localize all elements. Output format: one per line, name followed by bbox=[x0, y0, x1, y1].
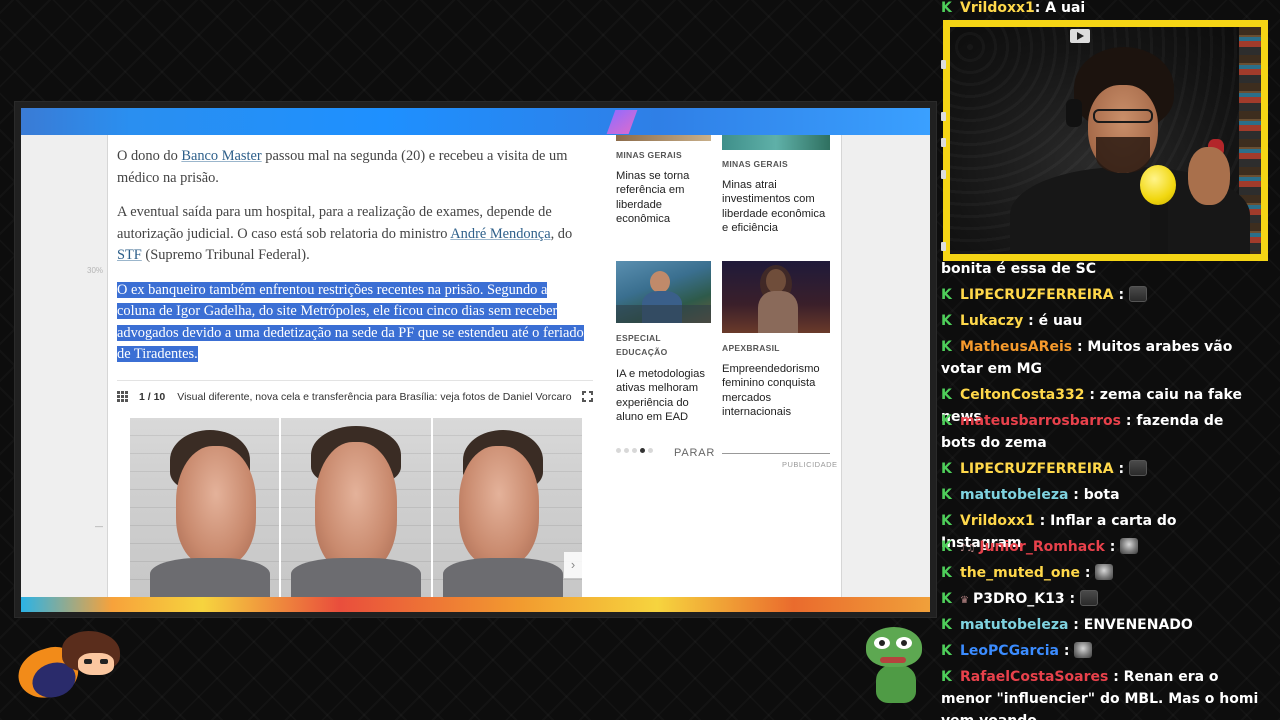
chat-text: ENVENENADO bbox=[1078, 617, 1193, 633]
chat-username[interactable]: mateusbarrosbarros bbox=[960, 413, 1121, 429]
chat-username[interactable]: Junior_Romhack bbox=[979, 539, 1104, 555]
gallery-photo-profile-right[interactable] bbox=[432, 418, 582, 598]
news-article-screen: 30% — O dono do Banco Master passou mal … bbox=[21, 108, 930, 612]
chat-username[interactable]: the_muted_one bbox=[960, 565, 1080, 581]
gallery-next-arrow[interactable]: › bbox=[564, 552, 582, 578]
mascot-left-character bbox=[12, 627, 120, 706]
article-body: O dono do Banco Master passou mal na seg… bbox=[117, 146, 587, 379]
chat-text: bonita é essa de SC bbox=[941, 261, 1097, 277]
gallery-counter: 1 / 10 bbox=[139, 390, 166, 403]
verified-badge-icon: K bbox=[941, 617, 952, 633]
live-chat: K Vrildoxx1: A uai bonita é essa de SC KL… bbox=[941, 0, 1280, 720]
verified-badge-icon: K bbox=[941, 487, 952, 503]
verified-badge-icon: K bbox=[941, 539, 952, 555]
gutter-dash: — bbox=[95, 522, 103, 531]
article-paragraph-2: A eventual saída para um hospital, para … bbox=[117, 204, 573, 263]
pepe-frog-mascot bbox=[858, 627, 928, 707]
chat-text: A uai bbox=[1040, 0, 1086, 16]
carousel-pause-button[interactable]: PARAR bbox=[674, 447, 715, 459]
link-stf[interactable]: STF bbox=[117, 247, 142, 263]
ad-label: PUBLICIDADE bbox=[782, 460, 838, 469]
chat-message: K RafaelCostaSoares : Renan era o menor "… bbox=[941, 666, 1261, 720]
chat-message-continuation: bonita é essa de SC bbox=[941, 258, 1261, 280]
card-thumbnail[interactable] bbox=[616, 261, 711, 323]
article-paragraph-3-selected[interactable]: O ex banqueiro também enfrentou restriçõ… bbox=[117, 280, 587, 366]
chat-username[interactable]: Lukaczy bbox=[960, 313, 1023, 329]
sidebar-card-4[interactable]: APEXBRASIL Empreendedorismo feminino con… bbox=[722, 261, 832, 431]
article-paragraph-1: O dono do Banco Master passou mal na seg… bbox=[117, 148, 568, 186]
emote-icon bbox=[1074, 642, 1093, 658]
chat-message: K LIPECRUZFERREIRA : bbox=[941, 458, 1261, 480]
link-banco-master[interactable]: Banco Master bbox=[181, 148, 261, 164]
chat-cut-off-glyphs bbox=[941, 60, 947, 270]
chat-message: K ♪♫ Junior_Romhack : bbox=[941, 536, 1261, 560]
chat-message: K MatheusAReis : Muitos arabes vão votar … bbox=[941, 336, 1261, 380]
verified-badge-icon: K bbox=[941, 313, 952, 329]
photo-gallery-header: 1 / 10 Visual diferente, nova cela e tra… bbox=[117, 380, 594, 412]
chat-message: K Vrildoxx1: A uai bbox=[941, 0, 1261, 19]
chat-username[interactable]: LIPECRUZFERREIRA bbox=[960, 461, 1114, 477]
emote-icon bbox=[1079, 590, 1098, 606]
grid-icon[interactable] bbox=[117, 390, 129, 403]
emote-icon bbox=[1120, 538, 1139, 554]
chat-message: K ♛ P3DRO_K13 : bbox=[941, 588, 1261, 612]
gallery-photos[interactable] bbox=[130, 418, 582, 598]
sidebar-card-3[interactable]: ESPECIAL EDUCAÇÃO IA e metodologias ativ… bbox=[616, 261, 711, 441]
chat-message: Kthe_muted_one : bbox=[941, 562, 1261, 584]
emote-icon bbox=[1095, 564, 1114, 580]
gallery-photo-front[interactable] bbox=[281, 418, 431, 598]
chat-username[interactable]: CeltonCosta332 bbox=[960, 387, 1084, 403]
chat-username[interactable]: MatheusAReis bbox=[960, 339, 1072, 355]
crown-badge-icon: ♛ bbox=[960, 595, 969, 606]
chat-username[interactable]: LIPECRUZFERREIRA bbox=[960, 287, 1114, 303]
chat-message: Kmatutobeleza : ENVENENADO bbox=[941, 614, 1261, 636]
chat-username[interactable]: LeoPCGarcia bbox=[960, 643, 1059, 659]
card-thumbnail[interactable] bbox=[616, 135, 711, 141]
verified-badge-icon: K bbox=[941, 643, 952, 659]
gallery-caption: Visual diferente, nova cela e transferên… bbox=[177, 390, 572, 403]
chat-message: K LIPECRUZFERREIRA : bbox=[941, 284, 1261, 306]
verified-badge-icon: K bbox=[941, 413, 952, 429]
sidebar-card-1[interactable]: MINAS GERAIS Minas se torna referência e… bbox=[616, 135, 711, 235]
right-gutter bbox=[842, 135, 930, 597]
verified-badge-icon: K bbox=[941, 387, 952, 403]
chat-text: bota bbox=[1078, 487, 1120, 503]
verified-badge-icon: K bbox=[941, 461, 952, 477]
sidebar-card-2[interactable]: MINAS GERAIS Minas atrai investimentos c… bbox=[722, 135, 832, 255]
chat-username[interactable]: Vrildoxx1 bbox=[960, 0, 1035, 16]
chat-username[interactable]: P3DRO_K13 bbox=[973, 591, 1065, 607]
chat-message: K LeoPCGarcia : bbox=[941, 640, 1261, 662]
card-thumbnail[interactable] bbox=[722, 261, 830, 333]
verified-badge-icon: K bbox=[941, 669, 952, 685]
verified-badge-icon: K bbox=[941, 339, 952, 355]
verified-badge-icon: K bbox=[941, 565, 952, 581]
chat-username[interactable]: Vrildoxx1 bbox=[960, 513, 1035, 529]
verified-badge-icon: K bbox=[941, 513, 952, 529]
link-andre-mendonca[interactable]: André Mendonça bbox=[450, 226, 550, 242]
sub-badge-icon: ♪♫ bbox=[960, 543, 976, 554]
verified-badge-icon: K bbox=[941, 591, 952, 607]
scroll-percent-label: 30% bbox=[87, 266, 104, 275]
chat-message: Kmatutobeleza : bota bbox=[941, 484, 1261, 506]
carousel-dots[interactable] bbox=[616, 448, 653, 453]
verified-badge-icon: K bbox=[941, 0, 952, 16]
emote-icon bbox=[1128, 286, 1147, 302]
chat-username[interactable]: RafaelCostaSoares bbox=[960, 669, 1108, 685]
card-thumbnail[interactable] bbox=[722, 135, 830, 150]
fullscreen-icon[interactable] bbox=[581, 390, 594, 403]
top-gradient-band bbox=[21, 108, 930, 135]
chat-username[interactable]: matutobeleza bbox=[960, 617, 1068, 633]
chat-message: Kmateusbarrosbarros : fazenda de bots do… bbox=[941, 410, 1261, 454]
carousel-progress-line bbox=[722, 453, 830, 454]
emote-icon bbox=[1128, 460, 1147, 476]
selected-text[interactable]: O ex banqueiro também enfrentou restriçõ… bbox=[117, 281, 584, 362]
chat-username[interactable]: matutobeleza bbox=[960, 487, 1068, 503]
bottom-gradient-band bbox=[21, 597, 930, 612]
chat-message: K Lukaczy : é uau bbox=[941, 310, 1261, 332]
gallery-photo-profile-left[interactable] bbox=[130, 418, 280, 598]
chat-text: é uau bbox=[1033, 313, 1083, 329]
verified-badge-icon: K bbox=[941, 287, 952, 303]
